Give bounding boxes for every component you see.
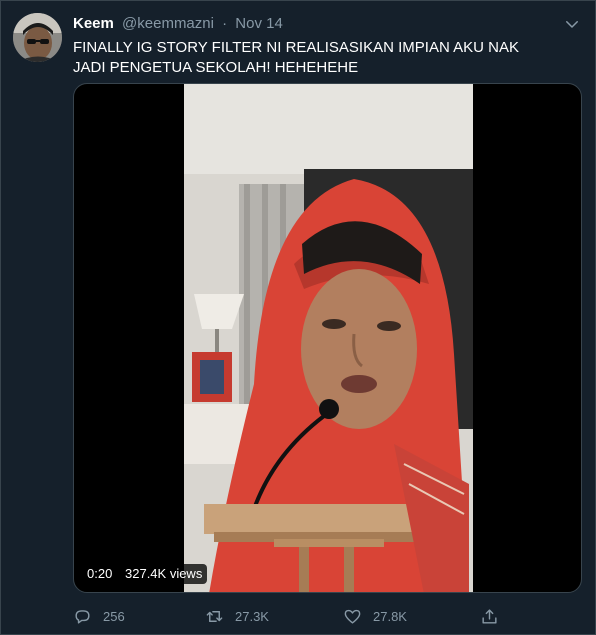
reply-button[interactable]: 256 [73,604,125,628]
tweet-card[interactable]: Keem @keemmazni · Nov 14 FINALLY IG STOR… [0,0,596,635]
retweet-count: 27.3K [235,608,269,624]
tweet-date[interactable]: Nov 14 [235,15,283,32]
avatar-image [13,13,62,62]
retweet-button[interactable]: 27.3K [205,604,269,628]
avatar[interactable] [13,13,62,62]
author-name[interactable]: Keem [73,15,114,32]
video-frame [184,84,473,592]
share-button[interactable] [480,604,510,628]
chevron-down-icon[interactable] [563,15,581,33]
tweet-text: FINALLY IG STORY FILTER NI REALISASIKAN … [73,39,519,76]
video-player[interactable]: 0:20 327.4K views [73,83,582,593]
reply-icon [75,609,90,624]
tweet-header: Keem @keemmazni · Nov 14 [73,14,283,34]
video-views-badge: 327.4K views [120,564,208,584]
video-still [184,84,473,592]
author-handle[interactable]: @keemmazni [122,15,214,32]
tweet-actions: 256 27.3K 27.8K [73,604,553,628]
separator-dot: · [222,15,228,32]
reply-count: 256 [103,608,125,624]
heart-icon [344,609,361,624]
like-count: 27.8K [373,608,407,624]
share-icon [482,608,497,624]
retweet-icon [206,610,223,622]
video-duration-badge: 0:20 [82,564,118,584]
like-button[interactable]: 27.8K [343,604,407,628]
